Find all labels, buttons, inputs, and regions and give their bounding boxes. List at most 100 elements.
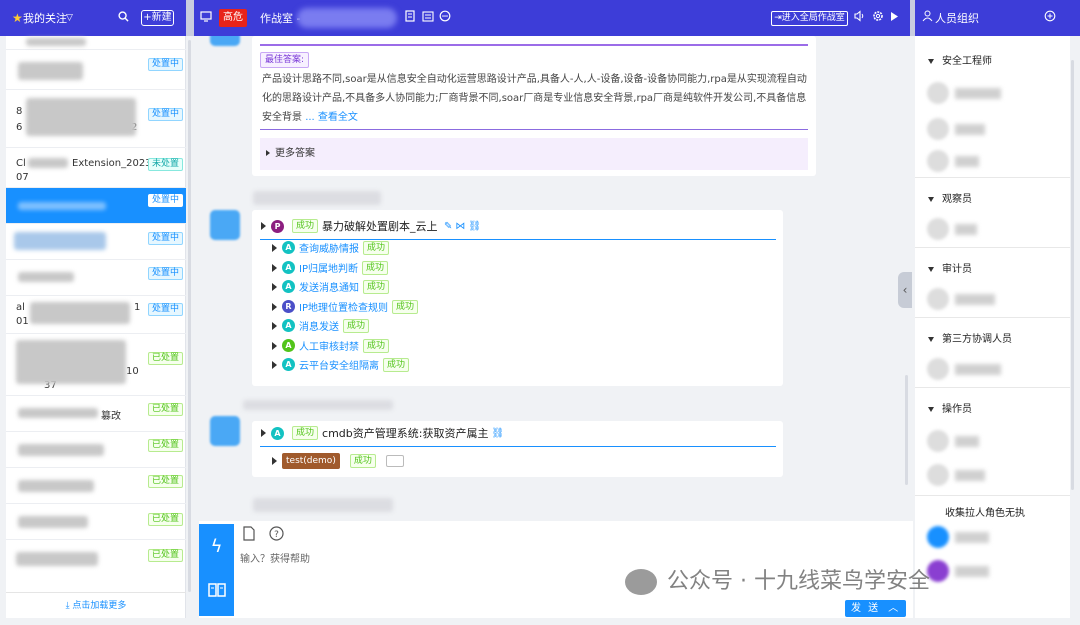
- status-badge: 成功: [363, 338, 390, 353]
- list-item[interactable]: 已处置: [6, 432, 186, 468]
- redacted-text: [30, 302, 130, 324]
- role-name: 操作员: [942, 404, 972, 415]
- collapse-panel-button[interactable]: ‹: [898, 272, 912, 308]
- action-result-row[interactable]: test(demo) 成功: [272, 453, 404, 471]
- play-icon[interactable]: [889, 9, 899, 27]
- list-item[interactable]: 8 6 2 处置中: [6, 90, 186, 148]
- redacted-text: [16, 340, 126, 384]
- enter-global-room-button[interactable]: ⇥进入全局作战室: [771, 11, 848, 26]
- flow-icon[interactable]: ⋈: [455, 221, 465, 232]
- edit-icon[interactable]: ✎: [444, 221, 452, 232]
- more-answers-toggle[interactable]: 更多答案: [260, 138, 808, 170]
- status-badge: 已处置: [148, 549, 184, 562]
- role-group: 操作员: [915, 388, 1070, 496]
- best-answer-text: 产品设计思路不同,soar是从信息安全自动化运营思路设计产品,具备人-人,人-设…: [262, 70, 810, 127]
- status-badge: 成功: [391, 299, 418, 314]
- settings-icon[interactable]: [872, 9, 884, 27]
- status-badge: 成功: [343, 318, 370, 333]
- divider: [260, 129, 808, 130]
- avatar: [927, 118, 949, 140]
- caret-down-icon: [928, 336, 934, 342]
- divider: [186, 0, 194, 36]
- caret-down-icon: [928, 406, 934, 412]
- detail-icon[interactable]: [385, 455, 404, 467]
- right-scrollbar[interactable]: [1071, 60, 1074, 490]
- status-badge: 成功: [361, 260, 388, 275]
- book-button[interactable]: [199, 570, 234, 616]
- step-name[interactable]: 消息发送: [299, 322, 339, 333]
- step-row[interactable]: A 消息发送 成功: [272, 318, 373, 336]
- more-circle-icon[interactable]: [439, 9, 451, 27]
- role-header[interactable]: 安全工程师: [928, 52, 992, 67]
- search-icon[interactable]: [118, 9, 129, 27]
- list-item[interactable]: 处置中: [6, 224, 186, 260]
- step-row[interactable]: A IP归属地判断 成功: [272, 260, 392, 278]
- avatar: [927, 526, 949, 548]
- load-more-label: 点击加载更多: [72, 601, 127, 611]
- redacted-text: [16, 552, 98, 566]
- top-bar: ★ 我的关注 ▽ +新建 高危 作战室 - ⇥进入全局作战室 人员组织: [0, 0, 1080, 36]
- avatar: [210, 416, 240, 446]
- main-scrollbar[interactable]: [905, 375, 908, 485]
- list-item[interactable]: 处置中: [6, 50, 186, 90]
- help-icon[interactable]: ?: [269, 526, 284, 545]
- list-item[interactable]: Cl Extension_202303 07 未处置: [6, 148, 186, 188]
- filter-icon[interactable]: ▽: [66, 9, 73, 27]
- my-follow-title: 我的关注: [23, 12, 67, 25]
- link-icon[interactable]: ⛓: [491, 428, 504, 439]
- load-more-button[interactable]: ⤓ 点击加载更多: [6, 592, 186, 618]
- step-name[interactable]: IP地理位置检查规则: [299, 303, 388, 314]
- enter-global-room-label: 进入全局作战室: [781, 13, 845, 23]
- role-header[interactable]: 第三方协调人员: [928, 330, 1012, 345]
- list-item[interactable]: 篡改 已处置: [6, 396, 186, 432]
- new-button[interactable]: +新建: [141, 10, 174, 26]
- list-item[interactable]: 已处置: [6, 540, 186, 580]
- role-header[interactable]: 操作员: [928, 400, 972, 415]
- redacted-text: [18, 202, 106, 210]
- step-row[interactable]: A 查询威胁情报 成功: [272, 240, 393, 258]
- send-button[interactable]: 发 送 ︿: [845, 600, 906, 617]
- status-badge: 成功: [292, 426, 319, 440]
- list-icon[interactable]: [422, 9, 434, 27]
- list-item[interactable]: 处置中: [6, 260, 186, 296]
- list-item-selected[interactable]: 处置中: [6, 188, 186, 224]
- left-scrollbar[interactable]: [188, 40, 191, 592]
- step-name[interactable]: 云平台安全组隔离: [299, 361, 379, 372]
- role-header[interactable]: 审计员: [928, 260, 972, 275]
- list-item[interactable]: 已处置: [6, 468, 186, 504]
- star-icon: ★: [12, 11, 23, 25]
- redacted-text: [18, 480, 94, 492]
- role-header[interactable]: 观察员: [928, 190, 972, 205]
- step-name[interactable]: 查询威胁情报: [299, 244, 359, 255]
- step-row[interactable]: A 发送消息通知 成功: [272, 279, 393, 297]
- list-item[interactable]: 10 37 已处置: [6, 334, 186, 396]
- role-header[interactable]: 收集拉人角色无执: [945, 504, 1025, 519]
- chevron-up-icon[interactable]: ︿: [888, 603, 900, 614]
- playbook-header[interactable]: P 成功 暴力破解处置剧本_云上 ✎ ⋈ ⛓: [261, 218, 481, 236]
- list-item[interactable]: 已处置: [6, 504, 186, 540]
- org-panel: 安全工程师 观察员 审计员 第三方协调人员 操作员 收集拉人角色无执: [915, 36, 1070, 618]
- more-answers-label: 更多答案: [275, 148, 315, 159]
- document-icon[interactable]: [405, 9, 415, 27]
- list-item[interactable]: al 1 01 处置中: [6, 296, 186, 334]
- step-name[interactable]: 发送消息通知: [299, 283, 359, 294]
- caret-right-icon: [266, 150, 270, 156]
- input-hint[interactable]: 输入？获得帮助: [240, 550, 310, 565]
- step-row[interactable]: A 云平台安全组隔离 成功: [272, 357, 413, 375]
- link-icon[interactable]: ⛓: [468, 221, 481, 232]
- list-item[interactable]: [6, 36, 186, 50]
- view-full-link[interactable]: ... 查看全文: [305, 112, 358, 123]
- step-row[interactable]: R IP地理位置检查规则 成功: [272, 299, 422, 317]
- list-item-text: 07: [16, 172, 29, 183]
- step-name[interactable]: IP归属地判断: [299, 264, 358, 275]
- volume-icon[interactable]: [854, 9, 866, 27]
- step-row[interactable]: A 人工审核封禁 成功: [272, 338, 393, 356]
- redacted-text: [253, 498, 393, 512]
- lightning-button[interactable]: ϟ: [199, 524, 234, 570]
- role-name: 观察员: [942, 194, 972, 205]
- step-name[interactable]: 人工审核封禁: [299, 342, 359, 353]
- action-header[interactable]: A 成功 cmdb资产管理系统:获取资产属主 ⛓: [261, 425, 504, 443]
- role-group: 第三方协调人员: [915, 318, 1070, 388]
- add-circle-icon[interactable]: [1044, 9, 1056, 27]
- file-icon[interactable]: [243, 526, 255, 545]
